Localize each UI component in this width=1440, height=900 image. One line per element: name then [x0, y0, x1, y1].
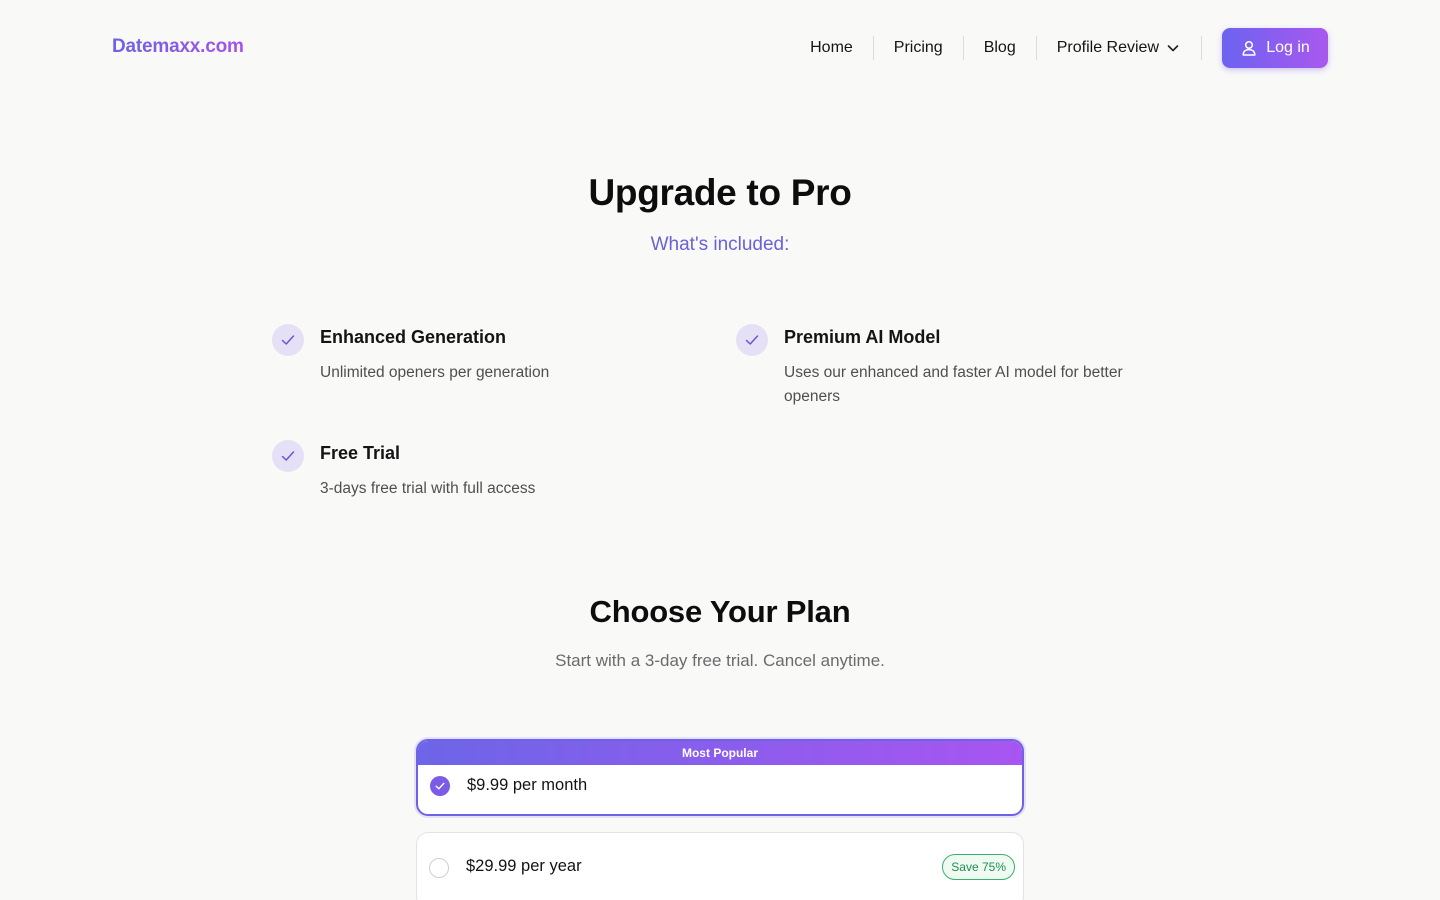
nav-profile-review-label: Profile Review: [1056, 39, 1159, 56]
page-title: Upgrade to Pro: [588, 172, 852, 213]
nav-pricing-label: Pricing: [893, 39, 943, 56]
chevron-down-icon: [1165, 40, 1181, 56]
plan-option-monthly[interactable]: Most Popular $9.99 per month: [416, 739, 1024, 816]
save-badge: Save 75%: [942, 854, 1015, 880]
radio-checked-icon[interactable]: [430, 776, 450, 796]
feature-title: Enhanced Generation: [320, 327, 507, 347]
plans-title: Choose Your Plan: [589, 594, 851, 629]
main-nav: Home Pricing Blog Profile Review Log in: [790, 28, 1328, 68]
check-icon: [736, 324, 768, 356]
feature-title: Free Trial: [320, 443, 401, 463]
feature-description: Uses our enhanced and faster AI model fo…: [784, 364, 1123, 405]
login-label: Log in: [1266, 39, 1310, 56]
plan-option-yearly[interactable]: $29.99 per year Save 75%: [416, 832, 1024, 900]
nav-blog[interactable]: Blog: [964, 36, 1036, 60]
check-icon: [272, 324, 304, 356]
site-logo[interactable]: Datemaxx.com: [112, 36, 244, 58]
nav-pricing[interactable]: Pricing: [874, 36, 963, 60]
top-navbar: Datemaxx.com Home Pricing Blog Profile R…: [0, 0, 1440, 96]
feature-title: Premium AI Model: [784, 327, 941, 347]
user-icon: [1240, 39, 1258, 57]
most-popular-badge: Most Popular: [418, 741, 1022, 765]
nav-divider: [1201, 36, 1202, 60]
feature-description: 3-days free trial with full access: [320, 480, 536, 497]
nav-home-label: Home: [810, 39, 853, 56]
page: Datemaxx.com Home Pricing Blog Profile R…: [0, 0, 1440, 900]
check-icon: [272, 440, 304, 472]
radio-unchecked-icon[interactable]: [429, 858, 449, 878]
nav-home[interactable]: Home: [790, 36, 873, 60]
plan-price: $29.99 per year: [466, 857, 582, 875]
plan-price: $9.99 per month: [467, 776, 588, 794]
page-subtitle: What's included:: [650, 234, 790, 255]
login-button[interactable]: Log in: [1222, 28, 1328, 68]
feature-description: Unlimited openers per generation: [320, 364, 550, 381]
plans-subtitle: Start with a 3-day free trial. Cancel an…: [555, 651, 885, 670]
nav-blog-label: Blog: [983, 39, 1016, 56]
nav-profile-review-dropdown[interactable]: Profile Review: [1037, 36, 1201, 60]
